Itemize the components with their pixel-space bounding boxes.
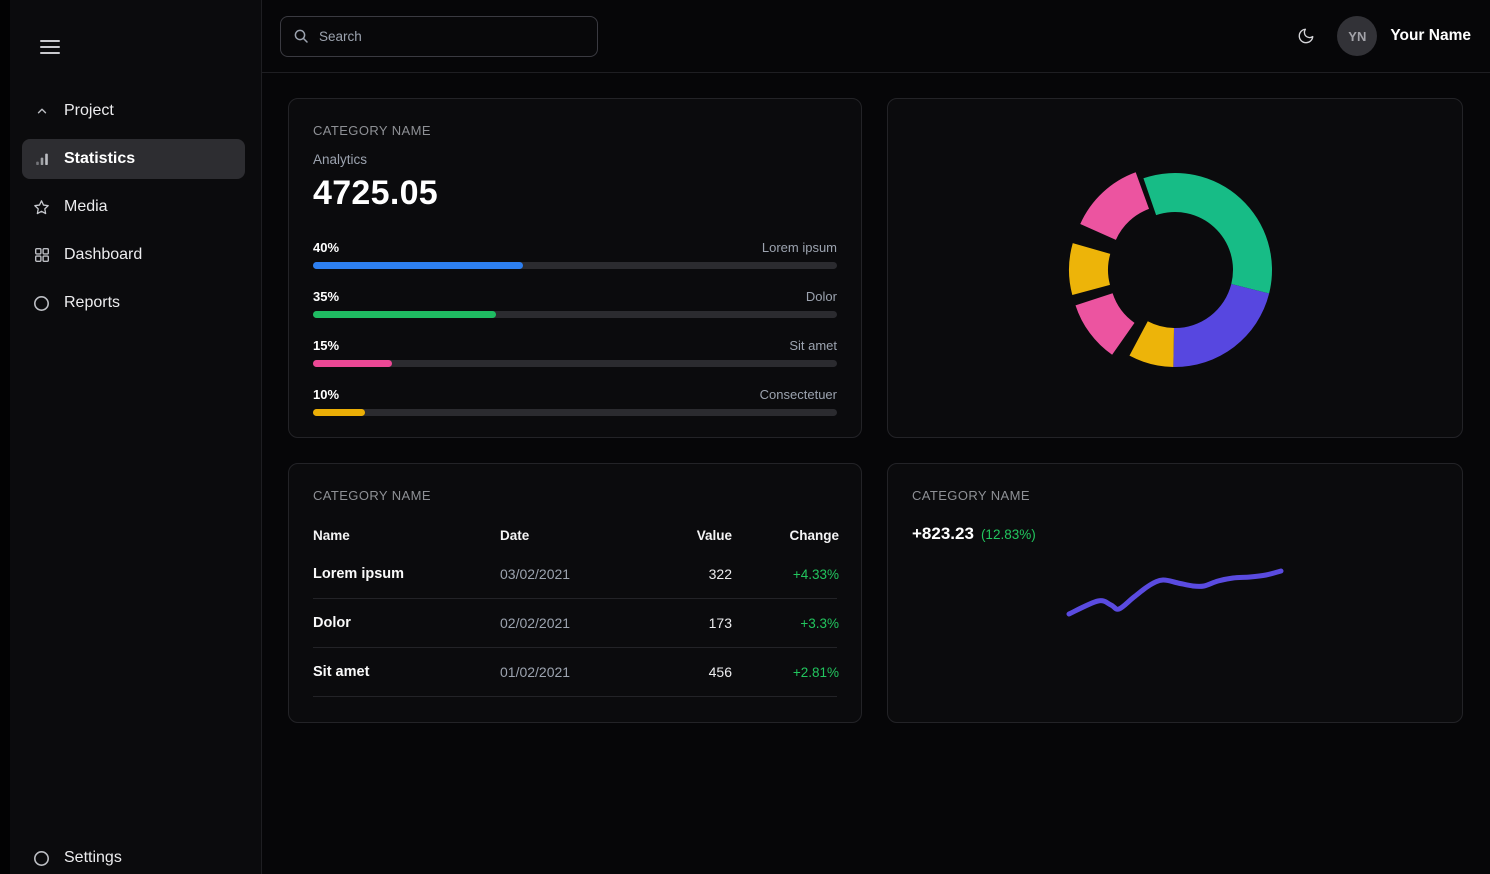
- table-body: Lorem ipsum03/02/2021322+4.33%Dolor02/02…: [313, 550, 837, 697]
- progress-row: 10% Consectetuer: [313, 387, 837, 416]
- table-row: Dolor02/02/2021173+3.3%: [313, 599, 837, 648]
- table-header-row: NameDateValueChange: [313, 525, 837, 545]
- sidebar-item-label: Settings: [64, 849, 122, 867]
- card-eyebrow: CATEGORY NAME: [313, 123, 837, 138]
- trend-summary: +823.23 (12.83%): [912, 524, 1438, 544]
- trend-line: [1069, 571, 1281, 614]
- cell-change: +2.81%: [732, 665, 839, 680]
- donut-chart: [888, 99, 1462, 437]
- sidebar: Project Statistics Media Dashboard Reports S…: [0, 0, 262, 874]
- analytics-value: 4725.05: [313, 174, 837, 213]
- sidebar-item-label: Media: [64, 198, 108, 216]
- progress-fill: [313, 409, 365, 416]
- sidebar-nav: Project Statistics Media Dashboard Reports: [22, 91, 245, 323]
- table-row: Sit amet01/02/2021456+2.81%: [313, 648, 837, 697]
- progress-fill: [313, 311, 496, 318]
- donut-segment: [1076, 293, 1135, 355]
- progress-row: 15% Sit amet: [313, 338, 837, 367]
- hamburger-menu-button[interactable]: [40, 36, 60, 58]
- trend-sparkline-chart: [888, 464, 1462, 722]
- trend-percent: (12.83%): [981, 527, 1036, 542]
- progress-fill: [313, 360, 392, 367]
- progress-row: 40% Lorem ipsum: [313, 240, 837, 269]
- hamburger-icon: [40, 46, 60, 48]
- sidebar-item-media[interactable]: Media: [22, 187, 245, 227]
- circle-icon: [33, 295, 50, 312]
- cell-date: 02/02/2021: [500, 615, 653, 631]
- progress-percent: 40%: [313, 240, 339, 255]
- progress-row: 35% Dolor: [313, 289, 837, 318]
- progress-label: Sit amet: [789, 338, 837, 353]
- progress-track: [313, 311, 837, 318]
- progress-percent: 15%: [313, 338, 339, 353]
- sidebar-item-label: Reports: [64, 294, 120, 312]
- cell-value: 456: [653, 664, 732, 680]
- search-input[interactable]: [319, 29, 585, 44]
- progress-track: [313, 262, 837, 269]
- table-card: CATEGORY NAME NameDateValueChange Lorem …: [288, 463, 862, 723]
- search-box[interactable]: [280, 16, 598, 57]
- analytics-card: CATEGORY NAME Analytics 4725.05 40% Lorem…: [288, 98, 862, 438]
- trend-card: CATEGORY NAME +823.23 (12.83%): [887, 463, 1463, 723]
- sidebar-item-label: Project: [64, 102, 114, 120]
- bar-chart-icon: [33, 151, 50, 168]
- progress-percent: 35%: [313, 289, 339, 304]
- progress-track: [313, 360, 837, 367]
- donut-segment: [1080, 172, 1149, 240]
- donut-segment: [1173, 284, 1269, 367]
- topbar: YN Your Name: [262, 0, 1490, 73]
- progress-label: Dolor: [806, 289, 837, 304]
- cell-date: 01/02/2021: [500, 664, 653, 680]
- moon-icon: [1297, 27, 1315, 45]
- theme-toggle-button[interactable]: [1297, 27, 1315, 45]
- cell-change: +3.3%: [732, 616, 839, 631]
- donut-segment: [1143, 173, 1272, 293]
- cell-name: Dolor: [313, 615, 500, 631]
- cell-name: Sit amet: [313, 664, 500, 680]
- progress-label: Lorem ipsum: [762, 240, 837, 255]
- table-column-header: Name: [313, 528, 500, 543]
- avatar[interactable]: YN: [1337, 16, 1377, 56]
- progress-track: [313, 409, 837, 416]
- progress-label: Consectetuer: [760, 387, 837, 402]
- chevron-up-icon: [33, 103, 50, 120]
- table-column-header: Change: [732, 528, 839, 543]
- circle-icon: [33, 850, 50, 867]
- sidebar-item-label: Statistics: [64, 150, 135, 168]
- user-name[interactable]: Your Name: [1390, 27, 1471, 45]
- search-icon: [293, 28, 309, 44]
- cell-value: 173: [653, 615, 732, 631]
- grid-icon: [33, 247, 50, 264]
- progress-bar-list: 40% Lorem ipsum 35% Dolor 15% Sit amet 10% Cons…: [313, 240, 837, 416]
- donut-segment: [1129, 321, 1174, 367]
- table-column-header: Date: [500, 528, 653, 543]
- table-row: Lorem ipsum03/02/2021322+4.33%: [313, 550, 837, 599]
- sidebar-item-settings[interactable]: Settings: [22, 838, 245, 874]
- progress-fill: [313, 262, 523, 269]
- table-column-header: Value: [653, 528, 732, 543]
- hamburger-icon: [40, 52, 60, 54]
- sidebar-item-reports[interactable]: Reports: [22, 283, 245, 323]
- dashboard-main: CATEGORY NAME Analytics 4725.05 40% Lorem…: [262, 73, 1490, 874]
- hamburger-icon: [40, 40, 60, 42]
- sidebar-item-project[interactable]: Project: [22, 91, 245, 131]
- star-icon: [33, 199, 50, 216]
- donut-segment: [1069, 243, 1110, 295]
- topbar-right: YN Your Name: [1297, 16, 1471, 56]
- card-eyebrow: CATEGORY NAME: [313, 488, 837, 503]
- progress-percent: 10%: [313, 387, 339, 402]
- app-window: Project Statistics Media Dashboard Reports S…: [0, 0, 1490, 874]
- cell-date: 03/02/2021: [500, 566, 653, 582]
- cell-change: +4.33%: [732, 567, 839, 582]
- sidebar-item-dashboard[interactable]: Dashboard: [22, 235, 245, 275]
- trend-value: +823.23: [912, 524, 974, 544]
- sidebar-item-label: Dashboard: [64, 246, 142, 264]
- cell-value: 322: [653, 566, 732, 582]
- donut-chart-card: [887, 98, 1463, 438]
- cell-name: Lorem ipsum: [313, 566, 500, 582]
- sidebar-item-statistics[interactable]: Statistics: [22, 139, 245, 179]
- content-area: YN Your Name CATEGORY NAME Analytics 472…: [262, 0, 1490, 874]
- analytics-subtitle: Analytics: [313, 152, 837, 167]
- sidebar-footer: Settings: [22, 838, 245, 874]
